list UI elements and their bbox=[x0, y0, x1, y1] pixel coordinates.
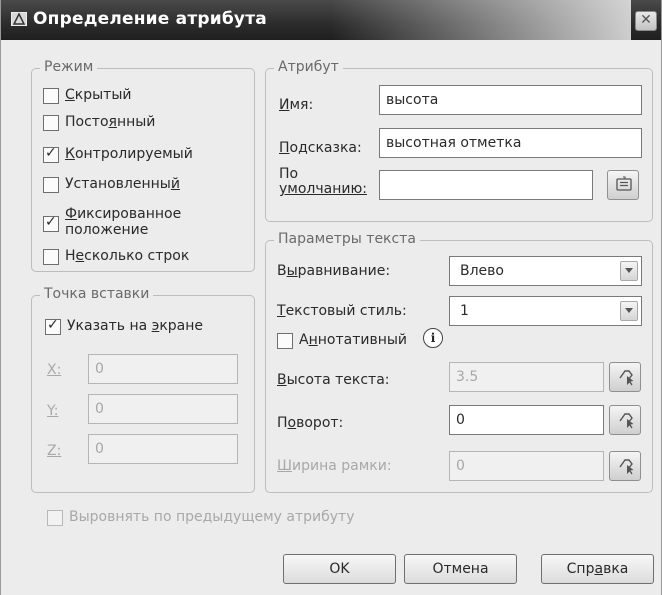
pick-rotation-button[interactable] bbox=[609, 405, 641, 435]
insert-field-icon bbox=[616, 176, 632, 191]
z-field[interactable]: 0 bbox=[88, 434, 238, 464]
ok-button[interactable]: OK bbox=[283, 554, 396, 584]
default-field[interactable] bbox=[379, 170, 593, 200]
justify-dropdown-arrow-icon[interactable] bbox=[620, 261, 638, 281]
title-bar: Определение атрибута ✕ bbox=[1, 0, 661, 40]
rotation-label: Поворот: bbox=[277, 415, 344, 431]
y-label: Y: bbox=[47, 403, 59, 419]
prompt-label: Подсказка: bbox=[279, 140, 362, 156]
preset-label: Установленный bbox=[65, 176, 180, 192]
boundary-width-label: Ширина рамки: bbox=[277, 458, 392, 474]
align-below-checkbox-box[interactable] bbox=[47, 510, 63, 526]
close-button[interactable]: ✕ bbox=[635, 11, 657, 31]
text-style-select[interactable]: 1 bbox=[449, 296, 642, 326]
info-icon[interactable]: i bbox=[423, 328, 443, 348]
lock-position-checkbox-box[interactable] bbox=[43, 214, 59, 232]
text-height-label: Высота текста: bbox=[277, 372, 390, 388]
constant-label: Постоянный bbox=[65, 114, 156, 130]
justify-value: Влево bbox=[460, 263, 504, 279]
y-field[interactable]: 0 bbox=[88, 394, 238, 424]
pick-point-icon bbox=[619, 459, 634, 475]
default-label: По умолчанию: bbox=[279, 166, 367, 197]
specify-on-screen-checkbox-box[interactable] bbox=[45, 317, 61, 335]
multiple-lines-checkbox-box[interactable] bbox=[43, 249, 59, 265]
attribute-legend: Атрибут bbox=[274, 59, 343, 75]
help-button[interactable]: Справка bbox=[541, 554, 654, 584]
rotation-field[interactable]: 0 bbox=[449, 405, 604, 435]
x-field[interactable]: 0 bbox=[88, 354, 238, 384]
app-icon bbox=[11, 12, 27, 26]
annotative-label: Аннотативный bbox=[299, 332, 407, 348]
align-below-label: Выровнять по предыдущему атрибуту bbox=[69, 509, 355, 525]
preset-checkbox-box[interactable] bbox=[43, 177, 59, 193]
z-label: Z: bbox=[47, 443, 62, 459]
insertion-point-legend: Точка вставки bbox=[40, 286, 154, 302]
tag-field[interactable]: высота bbox=[379, 85, 642, 115]
x-label: X: bbox=[47, 362, 62, 378]
text-style-value: 1 bbox=[460, 303, 469, 319]
cancel-button[interactable]: Отмена bbox=[404, 554, 517, 584]
annotative-checkbox-box[interactable] bbox=[277, 333, 293, 349]
boundary-width-field[interactable]: 0 bbox=[449, 451, 604, 481]
window-title: Определение атрибута bbox=[33, 9, 267, 29]
text-style-label: Текстовый стиль: bbox=[277, 303, 407, 319]
pick-height-button[interactable] bbox=[609, 362, 641, 392]
constant-checkbox-box[interactable] bbox=[43, 115, 59, 131]
attribute-definition-dialog: Определение атрибута ✕ Режим Скрытый Пос… bbox=[0, 0, 662, 595]
insert-field-button[interactable] bbox=[607, 170, 639, 200]
text-height-field[interactable]: 3.5 bbox=[449, 362, 604, 392]
verify-label: Контролируемый bbox=[65, 146, 193, 162]
lock-position-label: Фиксированное положение bbox=[65, 206, 182, 238]
prompt-field[interactable]: высотная отметка bbox=[379, 128, 642, 158]
specify-on-screen-label: Указать на экране bbox=[67, 318, 204, 334]
verify-checkbox-box[interactable] bbox=[43, 145, 59, 163]
justify-label: Выравнивание: bbox=[277, 263, 391, 279]
text-settings-legend: Параметры текста bbox=[274, 231, 420, 247]
pick-point-icon bbox=[619, 413, 634, 429]
multiple-lines-label: Несколько строк bbox=[65, 248, 190, 264]
justify-select[interactable]: Влево bbox=[449, 256, 642, 286]
pick-width-button[interactable] bbox=[609, 451, 641, 481]
mode-legend: Режим bbox=[40, 59, 98, 75]
pick-point-icon bbox=[619, 370, 634, 386]
text-style-dropdown-arrow-icon[interactable] bbox=[620, 301, 638, 321]
close-icon: ✕ bbox=[640, 12, 652, 28]
invisible-label: Скрытый bbox=[65, 87, 132, 103]
tag-label: Имя: bbox=[279, 97, 314, 113]
invisible-checkbox-box[interactable] bbox=[43, 88, 59, 104]
